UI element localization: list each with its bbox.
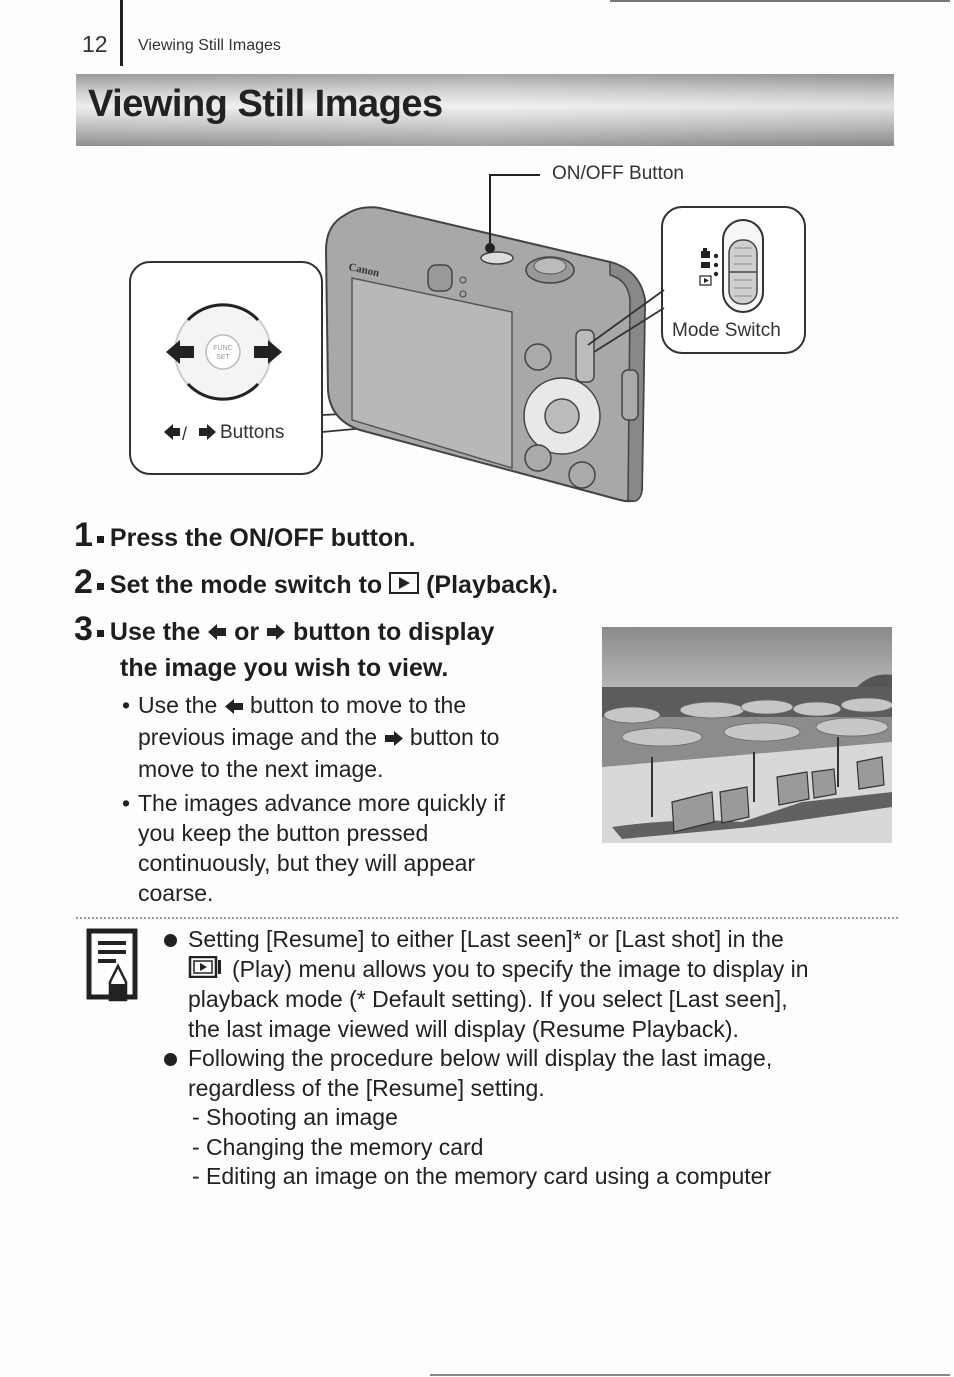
onoff-button-label: ON/OFF Button [552,163,684,184]
top-rule [610,0,950,2]
bullet-dot: • [122,789,131,816]
note-text: (Play) menu allows you to specify the im… [232,955,809,982]
step-text-end: (Playback). [426,571,559,599]
note-sub-item: - Shooting an image [192,1104,398,1131]
note-item: Following the procedure below will displ… [162,1044,902,1103]
step-text: Set the mode switch to [109,571,383,599]
bullet-text: The images advance more quickly if [138,789,505,816]
right-arrow-icon [266,616,286,651]
left-arrow-icon [224,692,244,722]
note-text: regardless of the [Resume] setting. [188,1074,545,1101]
bullet-text: you keep the button pressed [138,819,429,846]
camera-body: Canon [324,206,647,503]
step-3-bullets: • Use the button to move to the previous… [120,690,505,908]
step-3: 3 Use the or button to display the image … [74,612,494,686]
bullet-text: button to [409,723,500,750]
note-divider [76,917,898,919]
bullet-text: coarse. [138,879,214,906]
step-number: 3 [74,610,93,648]
camera-figure: FUNC SET / Canon ON/OFF Button Mode Swit… [0,150,954,510]
beach-photo [602,627,892,843]
playback-icon [389,571,420,601]
left-arrow-icon [207,616,227,651]
svg-text:SET: SET [216,354,230,361]
step-text-line2: the image you wish to view. [120,653,449,682]
note-text: the last image viewed will display (Resu… [188,1015,739,1042]
step-2: 2 Set the mode switch to (Playback). [74,563,558,602]
note-bullet [164,1053,177,1067]
note-text: playback mode (* Default setting). If yo… [188,986,788,1013]
step-dot [96,629,104,637]
bullet-item: • Use the button to move to the previous… [120,690,505,784]
bullet-item: • The images advance more quickly if you… [120,788,505,908]
bullet-text: button to move to the [250,692,467,718]
step-text: button to display [293,618,495,646]
header-divider [120,0,123,66]
step-1: 1 Press the ON/OFF button. [74,516,416,555]
memo-pencil-icon [86,928,138,1009]
mode-switch-label: Mode Switch [672,320,781,341]
step-dot [96,535,104,543]
bottom-rule [430,1374,950,1376]
note-sub-item: - Changing the memory card [192,1133,484,1160]
bullet-text: move to the next image. [138,755,384,782]
bullet-text: previous image and the [138,723,378,750]
running-header: Viewing Still Images [138,37,281,54]
page-number: 12 [82,31,108,57]
step-text: or [234,618,260,646]
step-text: Use the [109,618,201,646]
note-text: Setting [Resume] to either [Last seen]* … [188,926,784,952]
right-arrow-icon [384,724,404,754]
svg-text:FUNC: FUNC [213,345,232,352]
buttons-label: Buttons [220,422,285,443]
playback-icon [188,955,226,986]
step-number: 2 [74,563,93,601]
note-bullet [164,934,177,947]
step-text: Press the ON/OFF button. [109,524,416,552]
page-title: Viewing Still Images [88,83,443,125]
svg-text:/: / [182,424,187,444]
camera-illustration: FUNC SET / Canon [129,174,806,503]
step-dot [96,582,104,590]
note-item: Setting [Resume] to either [Last seen]* … [162,925,902,1044]
note-sub-item: - Editing an image on the memory card us… [192,1163,772,1190]
bullet-text: continuously, but they will appear [138,849,476,876]
bullet-dot: • [122,692,131,718]
note-text: Following the procedure below will displ… [188,1045,773,1072]
step-number: 1 [74,516,93,554]
note-content: Setting [Resume] to either [Last seen]* … [162,925,902,1192]
bullet-text: Use the [138,692,218,718]
